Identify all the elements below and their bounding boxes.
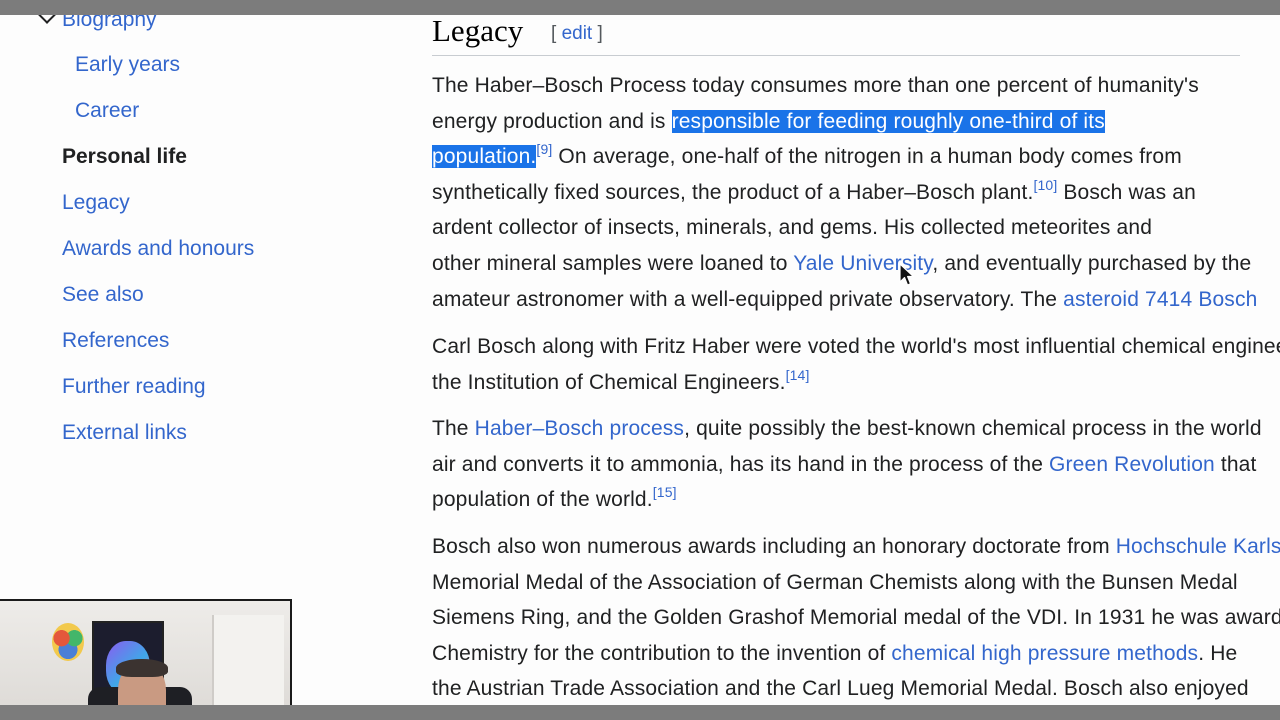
body-text: that [1214,452,1257,476]
toc-item-career[interactable]: Career [75,98,139,124]
text-line: the Institution of Chemical Engineers.[1… [432,365,1280,401]
toc-item-references[interactable]: References [62,328,169,354]
body-text: Memorial Medal of the Association of Ger… [432,570,1238,594]
body-text: The Haber–Bosch Process today consumes m… [432,74,1199,97]
text-line: Memorial Medal of the Association of Ger… [432,565,1280,601]
text-line: amateur astronomer with a well-equipped … [432,282,1280,318]
body-text: synthetically fixed sources, the product… [432,180,1034,204]
body-text: air and converts it to ammonia, has its … [432,452,1050,476]
body-text: Carl Bosch along with Fritz Haber were v… [432,335,1280,358]
webcam-overlay [0,599,292,705]
body-text: energy production and is [432,109,672,133]
paragraph: Carl Bosch along with Fritz Haber were v… [432,329,1280,400]
text-line: population.[9] On average, one-half of t… [432,139,1280,175]
toc-item-personal-life[interactable]: Personal life [62,144,187,170]
text-line: synthetically fixed sources, the product… [432,175,1280,211]
section-heading-row: Legacy [ edit ] [432,15,1240,56]
selected-text: population. [432,145,537,169]
edit-bracket-close: ] [592,23,603,44]
webcam-art-tree [52,623,84,661]
body-text: ardent collector of insects, minerals, a… [432,216,1153,240]
text-line: The Haber–Bosch process, quite possibly … [432,411,1280,447]
edit-label[interactable]: edit [562,23,593,44]
text-line: The Haber–Bosch Process today consumes m… [432,68,1280,104]
toc-item-see-also[interactable]: See also [62,282,144,308]
body-text: Chemistry for the contribution to the in… [432,641,892,665]
body-text: the Austrian Trade Association and the C… [432,677,1249,701]
toc-item-awards[interactable]: Awards and honours [62,236,254,262]
toc-item-biography[interactable]: Biography [62,15,157,33]
text-line: energy production and is responsible for… [432,104,1280,140]
text-line: Siemens Ring, and the Golden Grashof Mem… [432,600,1280,636]
paragraph: Bosch also won numerous awards including… [432,529,1280,705]
text-line: Carl Bosch along with Fritz Haber were v… [432,329,1280,365]
toc-item-external-links[interactable]: External links [62,420,187,446]
browser-viewport: Biography Early years Career Personal life L… [0,15,1280,705]
body-text: On average, one-half of the nitrogen in … [552,145,1182,169]
webcam-person-hair [116,659,168,677]
text-line: ardent collector of insects, minerals, a… [432,210,1280,246]
citation-link[interactable]: [14] [786,367,810,383]
body-text: other mineral samples were loaned to [432,251,794,275]
article-link[interactable]: Green Revolution [1049,453,1215,476]
text-line: other mineral samples were loaned to Yal… [432,246,1280,282]
section-title: Legacy [432,15,524,48]
article-link[interactable]: asteroid 7414 Bosch [1063,288,1257,311]
toc-item-further-reading[interactable]: Further reading [62,374,206,400]
text-line: the Austrian Trade Association and the C… [432,671,1280,705]
body-text: amateur astronomer with a well-equipped … [432,287,1064,311]
toc-item-legacy[interactable]: Legacy [62,190,130,216]
edit-section-link[interactable]: [ edit ] [551,23,603,45]
article-link[interactable]: Haber–Bosch process [475,417,684,440]
text-line: population of the world.[15] [432,482,1280,518]
toc-item-early-years[interactable]: Early years [75,52,180,78]
article-link[interactable]: chemical high pressure methods [891,642,1198,665]
text-line: Bosch also won numerous awards including… [432,529,1280,565]
body-text: Bosch was an [1057,180,1196,204]
body-text: , and eventually purchased by the [932,251,1252,275]
body-text: The [432,417,475,440]
webcam-door [212,615,284,705]
mouse-cursor-icon [899,263,915,286]
text-line: Chemistry for the contribution to the in… [432,636,1280,672]
article-link[interactable]: Hochschule Karlsruhe [1116,535,1280,558]
paragraph: The Haber–Bosch process, quite possibly … [432,411,1280,518]
body-text: population of the world. [432,488,653,512]
paragraph: The Haber–Bosch Process today consumes m… [432,68,1280,317]
citation-link[interactable]: [9] [536,141,552,157]
text-line: air and converts it to ammonia, has its … [432,447,1280,483]
edit-bracket-open: [ [551,23,562,44]
citation-link[interactable]: [10] [1033,177,1057,193]
selected-text: responsible for feeding roughly one-thir… [671,109,1105,133]
body-text: Bosch also won numerous awards including… [432,535,1116,558]
body-text: Siemens Ring, and the Golden Grashof Mem… [432,606,1280,630]
citation-link[interactable]: [15] [653,484,677,500]
body-text: the Institution of Chemical Engineers. [432,370,786,394]
body-text: , quite possibly the best-known chemical… [684,417,1262,440]
chevron-down-icon[interactable] [37,15,57,24]
body-text: . He [1198,641,1238,665]
